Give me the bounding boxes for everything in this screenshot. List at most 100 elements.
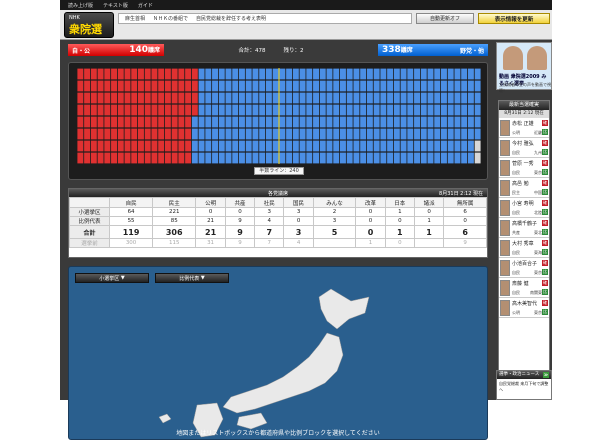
- seat-mark: [178, 128, 185, 140]
- winner-item[interactable]: 菅原 一秀 自民 東京確比: [499, 158, 549, 178]
- winner-item[interactable]: 高木美智代 公明 東京確比: [499, 298, 549, 318]
- candidate-photo: [527, 46, 547, 70]
- seat-cell: 3: [254, 207, 285, 217]
- seat-mark: [117, 68, 124, 80]
- seat-mark: [380, 80, 387, 92]
- winners-time: 8月31日 2:12 現在: [499, 110, 549, 118]
- seat-mark: [286, 152, 293, 164]
- seat-mark: [467, 80, 474, 92]
- party-col-header[interactable]: 諸派: [413, 197, 445, 208]
- seat-mark: [407, 116, 414, 128]
- video-banner[interactable]: 動画 衆院選2009 みるさく選挙 立候補者の生の声を動画で視聴！: [496, 42, 552, 93]
- seat-mark: [407, 68, 414, 80]
- winner-item[interactable]: 斎藤 健自民 南関東確比: [499, 278, 549, 298]
- winner-item[interactable]: 大村 秀章 自民 東海確比: [499, 238, 549, 258]
- nav-text-version[interactable]: テキスト版: [103, 2, 128, 9]
- party-col-header[interactable]: 自民: [108, 197, 154, 208]
- refresh-button[interactable]: 表示情報を更新: [478, 13, 550, 24]
- seat-mark: [259, 80, 266, 92]
- seat-mark: [434, 152, 441, 164]
- party-col-header[interactable]: 日本: [384, 197, 415, 208]
- seat-mark: [252, 68, 259, 80]
- seat-mark: [191, 128, 198, 140]
- seat-mark: [447, 128, 454, 140]
- row-label: 合計: [69, 225, 110, 239]
- party-col-header[interactable]: 社民: [254, 197, 285, 208]
- seat-mark: [366, 68, 373, 80]
- winner-list: 赤松 正雄 公明 近畿確比今村 雅弘 自民 九州確比菅原 一秀 自民 東京確比高邑 勉民主中…: [499, 118, 549, 318]
- confirmed-badge: 確: [542, 260, 548, 266]
- party-col-header[interactable]: 無所属: [443, 197, 487, 208]
- seat-mark: [306, 116, 313, 128]
- seat-mark: [218, 128, 225, 140]
- seat-mark: [319, 68, 326, 80]
- seat-mark: [232, 104, 239, 116]
- seat-mark: [144, 92, 151, 104]
- auto-update-button[interactable]: 自動更新オフ: [416, 13, 474, 24]
- seat-mark: [84, 116, 91, 128]
- confirmed-badge: 確: [542, 300, 548, 306]
- seat-mark: [117, 128, 124, 140]
- winner-party: 自民: [512, 250, 520, 255]
- winner-item[interactable]: 高邑 勉民主 中国確比: [499, 178, 549, 198]
- seat-cell: 55: [108, 216, 154, 226]
- map-hokkaido[interactable]: [318, 288, 370, 330]
- seat-mark: [346, 104, 353, 116]
- winner-item[interactable]: 小宮 寿明 自民 北陸確比: [499, 198, 549, 218]
- seat-mark: [380, 68, 387, 80]
- seat-mark: [461, 152, 468, 164]
- ruling-total: 自・公 140議席: [68, 44, 164, 56]
- party-col-header[interactable]: 改革: [355, 197, 386, 208]
- seat-mark: [104, 140, 111, 152]
- row-label: 比例代表: [69, 216, 110, 226]
- seat-mark: [447, 92, 454, 104]
- seat-mark: [218, 104, 225, 116]
- news-more-button[interactable]: ≫: [543, 372, 549, 378]
- map-okinawa[interactable]: [158, 413, 172, 424]
- seat-mark: [387, 104, 394, 116]
- nav-read-aloud[interactable]: 読み上げ版: [68, 2, 93, 9]
- japan-map[interactable]: [69, 267, 488, 440]
- party-col-header[interactable]: 国民: [283, 197, 314, 208]
- seat-mark: [151, 128, 158, 140]
- nav-guide[interactable]: ガイド: [138, 2, 153, 9]
- party-col-header[interactable]: 公明: [195, 197, 226, 208]
- seat-summary: 合計：478 残り：2: [164, 46, 378, 54]
- opposition-seats: 338: [382, 45, 401, 55]
- seat-mark: [447, 140, 454, 152]
- seat-mark: [191, 68, 198, 80]
- seat-mark: [313, 92, 319, 104]
- candidate-photo: [500, 140, 510, 156]
- row-label: 選挙前: [69, 238, 110, 248]
- winner-item[interactable]: 小池百合子 自民 東京確比: [499, 258, 549, 278]
- seat-mark: [191, 140, 198, 152]
- seat-mark: [151, 68, 158, 80]
- party-col-header[interactable]: 民主: [152, 197, 197, 208]
- news-item[interactable]: 自民党総裁 来月下旬で調整へ: [497, 379, 551, 395]
- winner-item[interactable]: 高橋千鶴子 共産 東北確比: [499, 218, 549, 238]
- seat-cell: 0: [384, 238, 415, 248]
- seat-mark: [84, 92, 91, 104]
- seat-mark: [111, 68, 117, 80]
- candidate-photo: [500, 180, 510, 196]
- party-col-header[interactable]: みんな: [312, 197, 357, 208]
- seat-mark: [454, 116, 461, 128]
- seat-mark: [420, 140, 427, 152]
- winner-item[interactable]: 今村 雅弘 自民 九州確比: [499, 138, 549, 158]
- seat-mark: [414, 92, 420, 104]
- seat-mark: [279, 80, 286, 92]
- seat-mark: [441, 104, 447, 116]
- pr-badge: 比: [542, 189, 548, 195]
- seat-mark: [366, 140, 373, 152]
- winner-item[interactable]: 赤松 正雄 公明 近畿確比: [499, 118, 549, 138]
- seat-mark: [279, 104, 286, 116]
- seat-mark: [400, 80, 407, 92]
- party-col-header[interactable]: 共産: [224, 197, 256, 208]
- seat-mark: [124, 140, 131, 152]
- seat-mark: [441, 116, 447, 128]
- seat-mark: [239, 80, 245, 92]
- map-honshu[interactable]: [222, 332, 344, 414]
- map-shikoku[interactable]: [236, 412, 268, 430]
- seat-mark: [313, 152, 319, 164]
- seat-mark: [427, 80, 434, 92]
